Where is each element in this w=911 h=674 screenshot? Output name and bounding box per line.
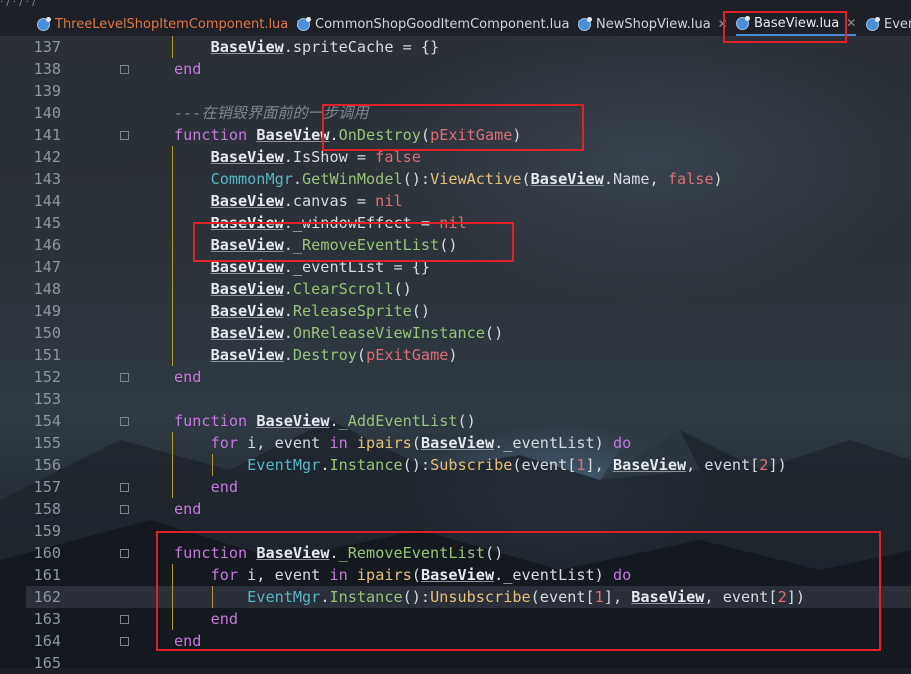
line-number: 151 <box>33 346 61 364</box>
fold-toggle-icon[interactable] <box>120 549 129 558</box>
lua-file-icon <box>297 16 311 31</box>
code-line[interactable]: BaseView.Destroy(pExitGame) <box>174 344 458 366</box>
line-number: 140 <box>33 104 61 122</box>
code-line[interactable]: end <box>174 58 201 80</box>
line-number: 152 <box>33 368 61 386</box>
code-line[interactable]: BaseView.ReleaseSprite() <box>174 300 430 322</box>
tab-label: CommonShopGoodItemComponent.lua <box>315 16 570 32</box>
fold-toggle-icon[interactable] <box>120 637 129 646</box>
fold-toggle-icon[interactable] <box>120 417 129 426</box>
indent-guide <box>172 146 173 366</box>
code-line[interactable]: end <box>174 366 201 388</box>
indent-guide <box>212 454 213 476</box>
indent-guide <box>172 36 173 58</box>
code-line[interactable]: BaseView.OnReleaseViewInstance() <box>174 322 504 344</box>
line-number: 155 <box>33 434 61 452</box>
close-tab-icon[interactable]: ✕ <box>846 16 856 30</box>
line-number: 165 <box>33 654 61 672</box>
line-number: 153 <box>33 390 61 408</box>
tab-commonshopgooditemcomponent-lua[interactable]: CommonShopGoodItemComponent.lua✕ <box>297 12 587 36</box>
annotation-box-active-tab <box>723 11 847 43</box>
lua-file-icon <box>866 16 880 31</box>
tab-label: Even <box>884 16 911 32</box>
line-number: 162 <box>33 588 61 606</box>
fold-toggle-icon[interactable] <box>120 505 129 514</box>
line-number: 147 <box>33 258 61 276</box>
line-number: 144 <box>33 192 61 210</box>
line-number: 154 <box>33 412 61 430</box>
line-number: 157 <box>33 478 61 496</box>
fold-toggle-icon[interactable] <box>120 615 129 624</box>
line-number: 164 <box>33 632 61 650</box>
line-number: 156 <box>33 456 61 474</box>
line-number: 138 <box>33 60 61 78</box>
lua-file-icon <box>37 16 51 31</box>
line-number: 163 <box>33 610 61 628</box>
line-number: 158 <box>33 500 61 518</box>
code-line[interactable]: BaseView.spriteCache = {} <box>174 36 440 58</box>
lua-file-icon <box>578 16 592 31</box>
breadcrumb: · / · / · / <box>0 0 36 8</box>
line-number: 148 <box>33 280 61 298</box>
line-number: 159 <box>33 522 61 540</box>
line-number: 143 <box>33 170 61 188</box>
code-line[interactable]: function BaseView._AddEventList() <box>174 410 476 432</box>
code-line[interactable]: EventMgr.Instance():Subscribe(event[1], … <box>174 454 787 476</box>
code-line[interactable]: for i, event in ipairs(BaseView._eventLi… <box>174 432 632 454</box>
annotation-box-comment <box>322 104 584 151</box>
tab-even[interactable]: Even <box>866 12 911 36</box>
line-number: 145 <box>33 214 61 232</box>
fold-toggle-icon[interactable] <box>120 373 129 382</box>
code-line[interactable]: end <box>174 476 238 498</box>
code-line[interactable]: end <box>174 498 201 520</box>
tab-label: NewShopView.lua <box>596 16 711 32</box>
line-number: 160 <box>33 544 61 562</box>
line-number: 139 <box>33 82 61 100</box>
code-line[interactable]: BaseView.canvas = nil <box>174 190 403 212</box>
line-number: 161 <box>33 566 61 584</box>
fold-toggle-icon[interactable] <box>120 483 129 492</box>
line-number: 142 <box>33 148 61 166</box>
code-line[interactable]: BaseView.ClearScroll() <box>174 278 412 300</box>
indent-guide <box>172 432 173 498</box>
annotation-box-remove-function <box>156 531 881 651</box>
tab-threelevelshopitemcomponent-lua[interactable]: ThreeLevelShopItemComponent.lua✕ <box>37 12 305 36</box>
fold-toggle-icon[interactable] <box>120 131 129 140</box>
code-line[interactable]: CommonMgr.GetWinModel():ViewActive(BaseV… <box>174 168 723 190</box>
fold-toggle-icon[interactable] <box>120 65 129 74</box>
line-number: 137 <box>33 38 61 56</box>
line-number: 149 <box>33 302 61 320</box>
tab-label: ThreeLevelShopItemComponent.lua <box>55 16 289 32</box>
line-number: 141 <box>33 126 61 144</box>
tab-newshopview-lua[interactable]: NewShopView.lua ✕ <box>578 12 728 36</box>
editor-gutter <box>0 36 26 668</box>
line-number: 146 <box>33 236 61 254</box>
annotation-box-remove-call <box>193 222 514 262</box>
line-number: 150 <box>33 324 61 342</box>
